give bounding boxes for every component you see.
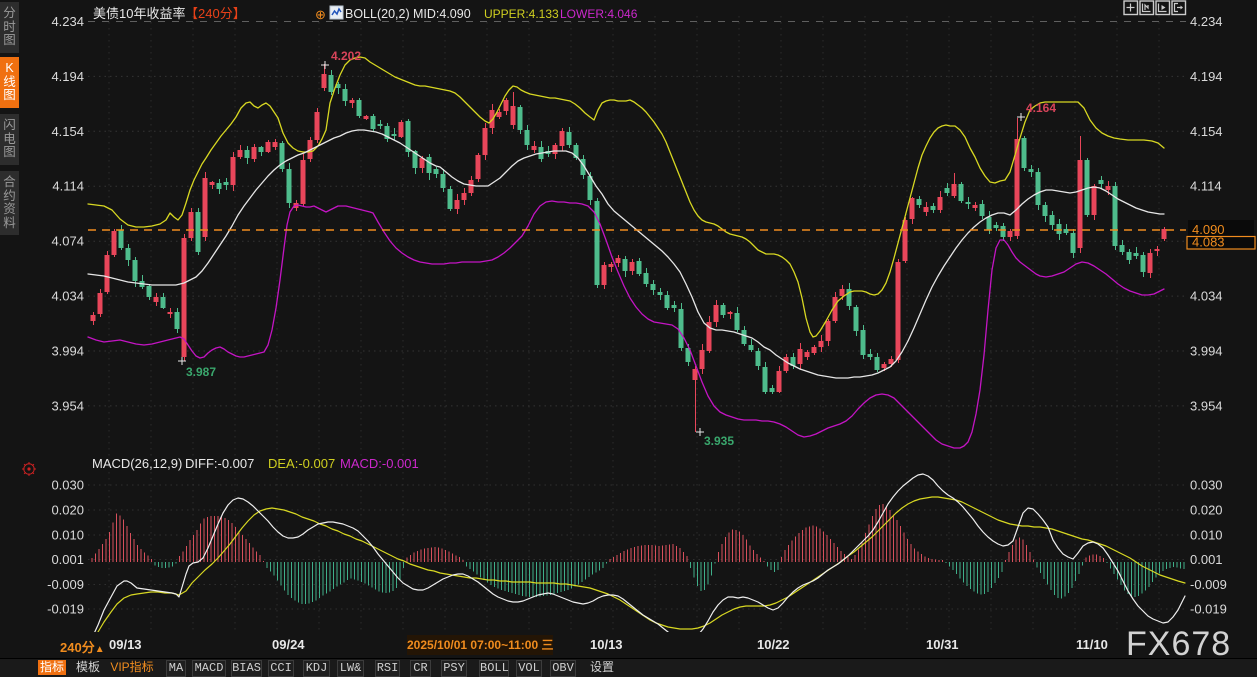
svg-text:4.083: 4.083 bbox=[1192, 235, 1225, 250]
svg-text:0.010: 0.010 bbox=[51, 528, 84, 543]
svg-text:3.994: 3.994 bbox=[51, 344, 84, 359]
svg-text:4.154: 4.154 bbox=[51, 124, 84, 139]
svg-text:4.194: 4.194 bbox=[51, 69, 84, 84]
svg-text:3.935: 3.935 bbox=[704, 434, 734, 448]
svg-text:4.034: 4.034 bbox=[51, 289, 84, 304]
svg-text:美债10年收益率: 美债10年收益率 bbox=[93, 6, 185, 21]
svg-text:DIFF:-0.007: DIFF:-0.007 bbox=[185, 456, 254, 471]
svg-text:3.954: 3.954 bbox=[1190, 398, 1223, 413]
svg-text:4.074: 4.074 bbox=[51, 234, 84, 249]
svg-text:MACD:-0.001: MACD:-0.001 bbox=[340, 456, 419, 471]
svg-text:LOWER:4.046: LOWER:4.046 bbox=[560, 7, 638, 21]
svg-text:-0.019: -0.019 bbox=[47, 602, 84, 617]
svg-text:0.030: 0.030 bbox=[51, 478, 84, 493]
svg-text:3.994: 3.994 bbox=[1190, 344, 1223, 359]
svg-text:-0.009: -0.009 bbox=[1190, 577, 1227, 592]
svg-text:-0.009: -0.009 bbox=[47, 577, 84, 592]
svg-text:DEA:-0.007: DEA:-0.007 bbox=[268, 456, 335, 471]
svg-text:MID:4.090: MID:4.090 bbox=[413, 7, 471, 21]
svg-text:0.010: 0.010 bbox=[1190, 528, 1223, 543]
svg-text:4.234: 4.234 bbox=[1190, 14, 1223, 29]
svg-text:4.202: 4.202 bbox=[331, 49, 361, 63]
svg-text:4.164: 4.164 bbox=[1026, 101, 1056, 115]
svg-text:MACD(26,12,9): MACD(26,12,9) bbox=[92, 456, 182, 471]
svg-text:0.001: 0.001 bbox=[1190, 552, 1223, 567]
svg-text:4.034: 4.034 bbox=[1190, 289, 1223, 304]
svg-text:4.194: 4.194 bbox=[1190, 69, 1223, 84]
svg-text:【240分】: 【240分】 bbox=[185, 6, 246, 21]
svg-text:4.154: 4.154 bbox=[1190, 124, 1223, 139]
svg-text:4.114: 4.114 bbox=[1190, 179, 1222, 194]
svg-text:0.020: 0.020 bbox=[51, 503, 84, 518]
svg-text:0.030: 0.030 bbox=[1190, 478, 1223, 493]
svg-text:0.020: 0.020 bbox=[1190, 503, 1223, 518]
svg-text:4.234: 4.234 bbox=[51, 14, 84, 29]
svg-text:0.001: 0.001 bbox=[51, 552, 84, 567]
svg-text:4.114: 4.114 bbox=[52, 179, 84, 194]
svg-text:-0.019: -0.019 bbox=[1190, 602, 1227, 617]
svg-text:BOLL(20,2): BOLL(20,2) bbox=[345, 7, 410, 21]
svg-text:⊕: ⊕ bbox=[315, 7, 326, 22]
svg-text:3.954: 3.954 bbox=[51, 398, 84, 413]
svg-text:UPPER:4.133: UPPER:4.133 bbox=[484, 7, 559, 21]
svg-text:4.090: 4.090 bbox=[1192, 222, 1225, 237]
svg-text:3.987: 3.987 bbox=[186, 365, 216, 379]
